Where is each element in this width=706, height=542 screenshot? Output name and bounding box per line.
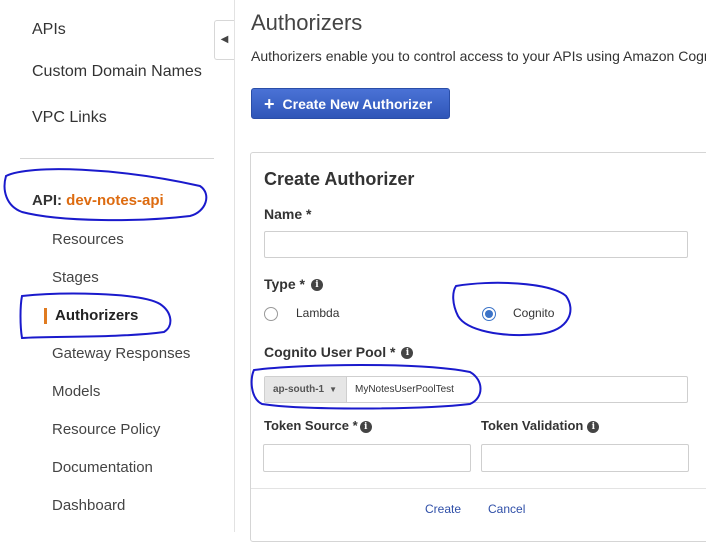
radio-cognito[interactable] [482,307,496,321]
user-pool-label-text: Cognito User Pool * [264,344,396,360]
sidebar-item-models[interactable]: Models [52,383,100,400]
info-icon[interactable]: i [310,279,323,292]
page-description: Authorizers enable you to control access… [251,48,706,64]
sidebar-divider [20,158,214,159]
form-title: Create Authorizer [264,169,415,189]
chevron-down-icon: ▼ [329,385,338,394]
page-title: Authorizers [251,10,363,35]
name-label: Name * [264,206,312,222]
create-button[interactable]: Create [425,502,461,516]
token-source-label-text: Token Source * [264,418,358,433]
sidebar-item-documentation[interactable]: Documentation [52,459,153,476]
api-prefix: API: [32,192,62,209]
sidebar-item-apis[interactable]: APIs [32,21,66,39]
sidebar-item-authorizers[interactable]: Authorizers [55,307,138,324]
token-validation-label: Token Validation i [481,418,600,433]
collapse-sidebar-button[interactable]: ◀ [214,20,234,60]
sidebar-item-stages[interactable]: Stages [52,269,99,286]
sidebar-item-dashboard[interactable]: Dashboard [52,497,125,514]
sidebar-item-resources[interactable]: Resources [52,231,124,248]
sidebar-item-custom-domain-names[interactable]: Custom Domain Names [32,63,202,81]
user-pool-field[interactable]: ap-south-1 ▼ MyNotesUserPoolTest [264,376,688,403]
region-select[interactable]: ap-south-1 ▼ [265,377,347,402]
region-value: ap-south-1 [273,384,325,395]
token-validation-input[interactable] [481,444,689,472]
token-source-input[interactable] [263,444,471,472]
sidebar-item-gateway-responses[interactable]: Gateway Responses [52,345,190,362]
radio-cognito-label: Cognito [513,306,555,320]
api-heading: API: dev-notes-api [32,192,164,209]
sidebar-item-resource-policy[interactable]: Resource Policy [52,421,160,438]
type-label-text: Type * [264,276,305,292]
triangle-left-icon: ◀ [220,34,229,45]
form-footer-divider [251,488,706,489]
sidebar-border [234,0,235,532]
radio-lambda-label: Lambda [296,306,340,320]
token-source-label: Token Source * i [264,418,372,433]
name-input[interactable] [264,231,688,258]
create-new-authorizer-label: Create New Authorizer [282,95,433,112]
type-label: Type * i [264,276,323,292]
radio-lambda[interactable] [264,307,278,321]
sidebar-item-vpc-links[interactable]: VPC Links [32,109,107,127]
active-indicator [44,308,47,324]
info-icon[interactable]: i [587,420,600,433]
user-pool-label: Cognito User Pool * i [264,344,414,360]
token-validation-label-text: Token Validation [481,418,584,433]
info-icon[interactable]: i [359,420,372,433]
info-icon[interactable]: i [401,347,414,360]
api-name-link[interactable]: dev-notes-api [66,192,164,209]
create-new-authorizer-button[interactable]: + Create New Authorizer [251,88,450,119]
cancel-button[interactable]: Cancel [488,502,525,516]
user-pool-value: MyNotesUserPoolTest [355,384,454,395]
plus-icon: + [264,93,275,114]
